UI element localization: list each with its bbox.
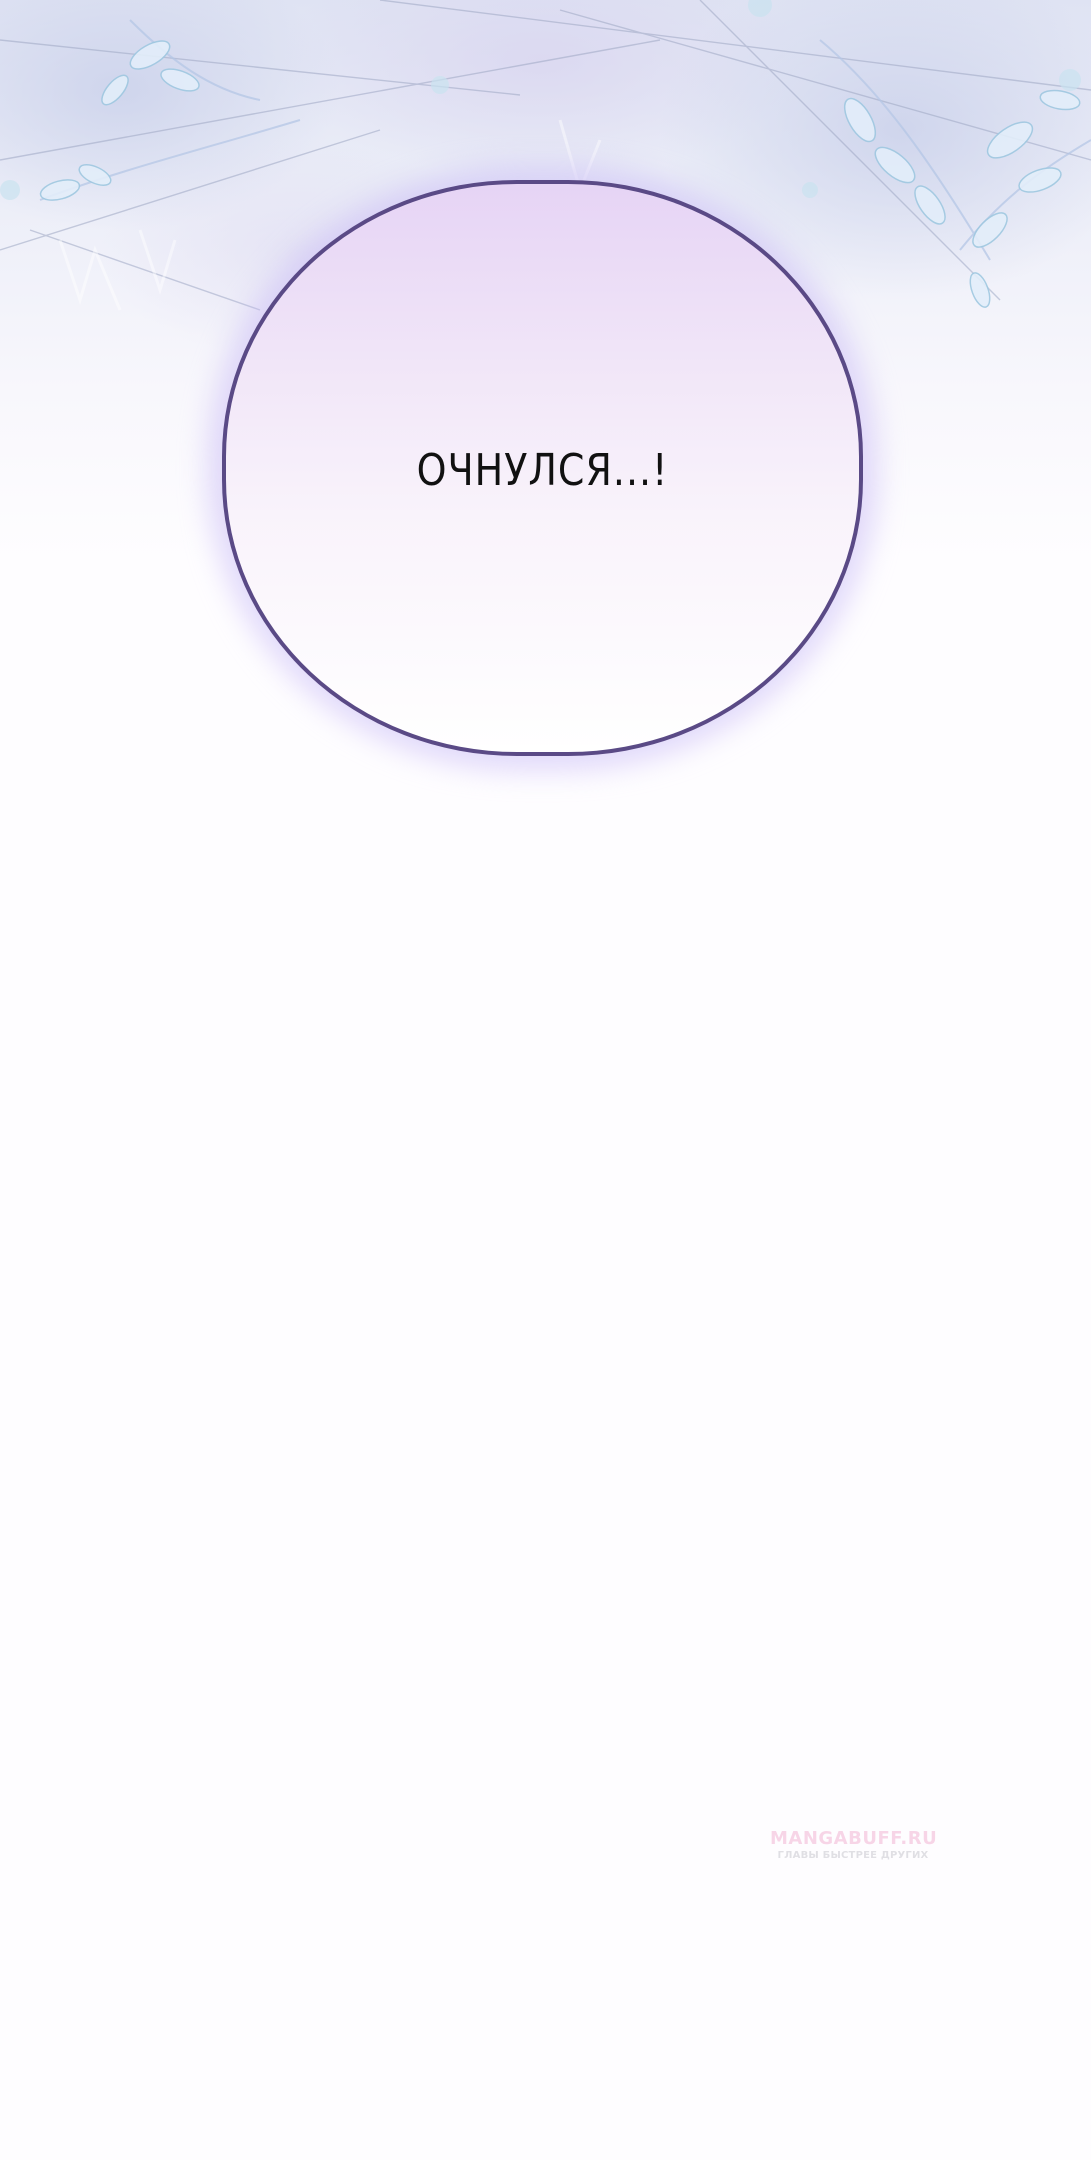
watermark-tagline: ГЛАВЫ БЫСТРЕЕ ДРУГИХ bbox=[777, 1850, 929, 1861]
speech-bubble: ОЧНУЛСЯ...! bbox=[208, 166, 877, 770]
comic-page: ОЧНУЛСЯ...! MANGABUFF.RU ГЛАВЫ БЫСТРЕЕ Д… bbox=[0, 0, 1091, 2160]
watermark-brand: MANGABUFF.RU bbox=[770, 1828, 938, 1849]
watermark: MANGABUFF.RU ГЛАВЫ БЫСТРЕЕ ДРУГИХ bbox=[770, 1828, 938, 1862]
speech-bubble-text: ОЧНУЛСЯ...! bbox=[416, 444, 669, 496]
